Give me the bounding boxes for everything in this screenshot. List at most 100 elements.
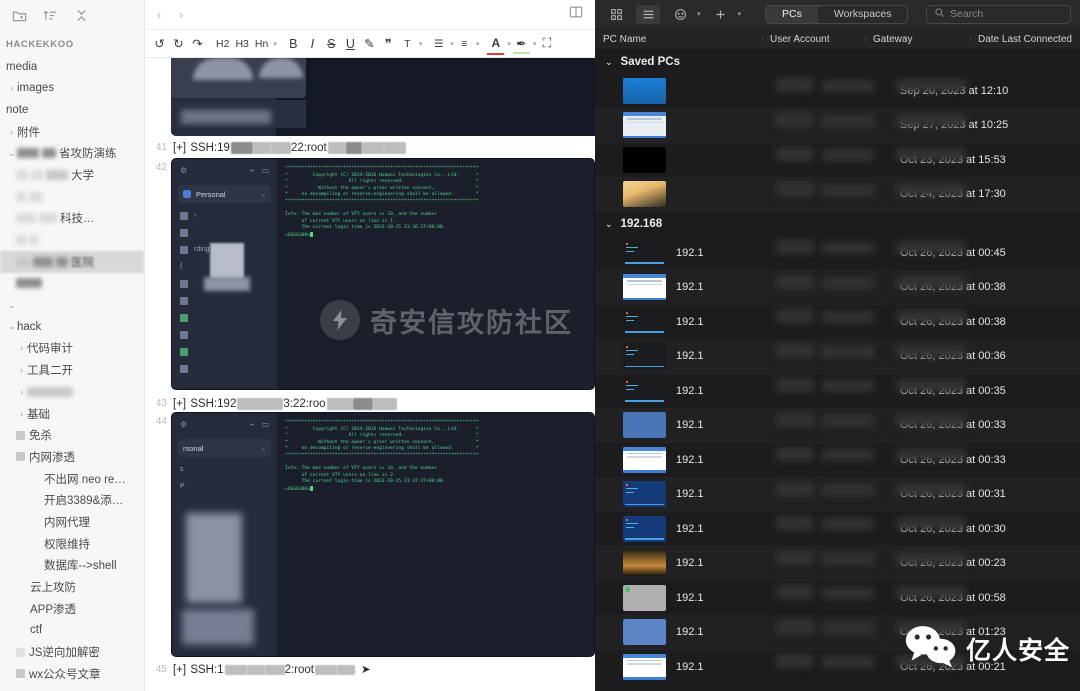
sidebar-item-persistence[interactable]: 权限维持 bbox=[0, 533, 144, 555]
sidebar-item-basics[interactable]: › 基础 bbox=[0, 403, 144, 425]
pc-list-row[interactable]: 192.1Oct 26, 2023 at 00:38 bbox=[595, 305, 1080, 340]
font-color-button[interactable]: A bbox=[487, 33, 505, 55]
sidebar-item-enable-3389[interactable]: 开启3389&添… bbox=[0, 489, 144, 511]
book-icon[interactable] bbox=[569, 5, 583, 24]
sidebar-item-note[interactable]: note bbox=[0, 99, 144, 121]
sidebar-item-code-audit[interactable]: › 代码审计 bbox=[0, 338, 144, 360]
pc-list-row[interactable]: Oct 24, 2023 at 17:30 bbox=[595, 177, 1080, 212]
document-body[interactable]: 41 [+] SSH:19 22:root 42 ⚙ ⌁ ▭ Personal … bbox=[145, 58, 595, 691]
sidebar-item-neo-re[interactable]: 不出网 neo re… bbox=[0, 468, 144, 490]
grid-view-icon[interactable] bbox=[604, 5, 628, 24]
more-circle-icon[interactable] bbox=[668, 5, 692, 24]
column-header-pc-name[interactable]: PC Name bbox=[595, 34, 762, 45]
heading-n-button[interactable]: Hn bbox=[253, 33, 270, 55]
chevron-down-icon[interactable]: ⌄ bbox=[261, 191, 266, 198]
pc-list-row[interactable]: 192.1Oct 26, 2023 at 00:38 bbox=[595, 270, 1080, 305]
chevron-right-icon[interactable]: › bbox=[6, 127, 17, 137]
forward-arrow-icon[interactable]: › bbox=[179, 7, 201, 22]
column-header-gateway[interactable]: Gateway bbox=[865, 34, 970, 45]
back-arrow-icon[interactable]: ‹ bbox=[157, 7, 179, 22]
list-view-icon[interactable] bbox=[636, 4, 660, 24]
sidebar-item-tech[interactable]: 科技… bbox=[0, 208, 144, 230]
sidebar-item-images[interactable]: › images bbox=[0, 77, 144, 99]
pc-list-row[interactable]: 192.1Oct 26, 2023 at 00:36 bbox=[595, 339, 1080, 374]
chevron-down-icon[interactable]: ▾ bbox=[738, 10, 742, 18]
sidebar-item-redacted-3[interactable] bbox=[0, 273, 144, 295]
chevron-down-icon[interactable]: ⌄ bbox=[605, 219, 613, 230]
sidebar-item-redacted-1[interactable] bbox=[0, 186, 144, 208]
pc-list-row[interactable]: 192.1Oct 26, 2023 at 00:30 bbox=[595, 512, 1080, 547]
chevron-down-icon[interactable]: ▾ bbox=[533, 40, 537, 48]
clear-format-button[interactable]: ↷ bbox=[189, 33, 206, 55]
sidebar-item-intranet-pentest[interactable]: 内网渗透 bbox=[0, 446, 144, 468]
sidebar-item-hack[interactable]: ⌄ hack bbox=[0, 316, 144, 338]
pc-list-row[interactable]: 192.1Oct 26, 2023 at 00:45 bbox=[595, 236, 1080, 271]
chevron-down-icon[interactable]: ⌄ bbox=[261, 445, 266, 452]
tab-pcs[interactable]: PCs bbox=[766, 5, 818, 23]
sidebar-item-tool-dev[interactable]: › 工具二开 bbox=[0, 359, 144, 381]
sidebar-item-app-pentest[interactable]: APP渗透 bbox=[0, 598, 144, 620]
heading-3-button[interactable]: H3 bbox=[233, 33, 250, 55]
pc-list-row[interactable]: 192.1Oct 26, 2023 at 00:58 bbox=[595, 581, 1080, 616]
sidebar-item-ctf[interactable]: ctf bbox=[0, 620, 144, 642]
new-note-icon[interactable] bbox=[12, 8, 27, 23]
sidebar-item-collapse-redacted[interactable]: ⌄ bbox=[0, 294, 144, 316]
group-header-192-168[interactable]: ⌄ 192.168 bbox=[595, 212, 1080, 236]
chevron-down-icon[interactable]: ▾ bbox=[507, 40, 511, 48]
account-selector[interactable]: Personal ⌄ bbox=[178, 185, 271, 203]
pc-list-row[interactable]: 192.1Oct 26, 2023 at 00:33 bbox=[595, 408, 1080, 443]
sidebar-item-province-drill[interactable]: ⌄ 省攻防演练 bbox=[0, 142, 144, 164]
search-input[interactable]: Search bbox=[926, 4, 1071, 24]
sidebar-item-redacted-2[interactable] bbox=[0, 229, 144, 251]
pc-list-row[interactable]: 192.1Oct 26, 2023 at 00:21 bbox=[595, 650, 1080, 685]
italic-button[interactable]: I bbox=[304, 33, 321, 55]
tab-workspaces[interactable]: Workspaces bbox=[818, 6, 908, 23]
chevron-down-icon[interactable]: ⌄ bbox=[6, 300, 17, 311]
sort-icon[interactable] bbox=[43, 8, 58, 23]
collapse-all-icon[interactable] bbox=[74, 8, 89, 23]
highlight-button[interactable]: ✎ bbox=[361, 33, 378, 55]
plus-icon[interactable] bbox=[709, 5, 733, 24]
chevron-right-icon[interactable]: › bbox=[16, 343, 27, 353]
pc-list-row[interactable]: Sep 20, 2023 at 12:10 bbox=[595, 74, 1080, 109]
align-button[interactable]: ≡ bbox=[456, 33, 473, 55]
pc-list-row[interactable]: 192.1Oct 26, 2023 at 00:33 bbox=[595, 443, 1080, 478]
sidebar-item-av-evasion[interactable]: 免杀 bbox=[0, 424, 144, 446]
chevron-down-icon[interactable]: ▾ bbox=[273, 40, 277, 48]
pcs-list[interactable]: ⌄ Saved PCs Sep 20, 2023 at 12:10Sep 27, 2… bbox=[595, 50, 1080, 685]
group-header-saved-pcs[interactable]: ⌄ Saved PCs bbox=[595, 50, 1080, 74]
pc-list-row[interactable]: 192.1Oct 26, 2023 at 00:35 bbox=[595, 374, 1080, 409]
heading-2-button[interactable]: H2 bbox=[214, 33, 231, 55]
sidebar-item-attachments[interactable]: › 附件 bbox=[0, 121, 144, 143]
chevron-down-icon[interactable]: ⌄ bbox=[6, 148, 17, 159]
sidebar-item-intranet-proxy[interactable]: 内网代理 bbox=[0, 511, 144, 533]
quote-button[interactable]: ❞ bbox=[380, 33, 397, 55]
bold-button[interactable]: B bbox=[285, 33, 302, 55]
undo-button[interactable]: ↺ bbox=[151, 33, 168, 55]
pc-list-row[interactable]: 192.1Oct 26, 2023 at 00:31 bbox=[595, 477, 1080, 512]
chevron-down-icon[interactable]: ⌄ bbox=[605, 57, 613, 68]
column-header-date-last-connected[interactable]: Date Last Connected bbox=[970, 34, 1080, 45]
pc-list-row[interactable]: Sep 27, 2023 at 10:25 bbox=[595, 108, 1080, 143]
account-selector[interactable]: rsonal ⌄ bbox=[178, 439, 271, 457]
chevron-down-icon[interactable]: ▾ bbox=[697, 10, 701, 18]
sidebar-item-redacted-4[interactable]: › bbox=[0, 381, 144, 403]
chevron-right-icon[interactable]: › bbox=[16, 409, 27, 419]
bullet-list-button[interactable]: ☰ bbox=[430, 33, 447, 55]
sidebar-item-wx-articles[interactable]: wx公众号文章 bbox=[0, 663, 144, 685]
fullscreen-button[interactable]: ⛶ bbox=[538, 33, 555, 55]
sidebar-item-university[interactable]: 大学 bbox=[0, 164, 144, 186]
sidebar-item-cloud-security[interactable]: 云上攻防 bbox=[0, 576, 144, 598]
sidebar-item-db-to-shell[interactable]: 数据库-->shell bbox=[0, 555, 144, 577]
embedded-terminal-screenshot-1[interactable]: ⚙ ⌁ ▭ Personal ⌄ › rding {*************… bbox=[171, 158, 595, 390]
strikethrough-button[interactable]: S bbox=[323, 33, 340, 55]
chevron-down-icon[interactable]: ▾ bbox=[419, 40, 423, 48]
chevron-right-icon[interactable]: › bbox=[16, 365, 27, 375]
chevron-down-icon[interactable]: ⌄ bbox=[6, 321, 17, 332]
highlight-color-button[interactable]: ✒ bbox=[512, 33, 530, 55]
sidebar-item-hospital[interactable]: 医院 bbox=[0, 250, 144, 273]
chevron-down-icon[interactable]: ▾ bbox=[450, 40, 454, 48]
column-header-user-account[interactable]: User Account bbox=[762, 34, 865, 45]
clear-style-button[interactable]: T bbox=[399, 33, 416, 55]
sidebar-item-js-reverse[interactable]: JS逆向加解密 bbox=[0, 641, 144, 663]
